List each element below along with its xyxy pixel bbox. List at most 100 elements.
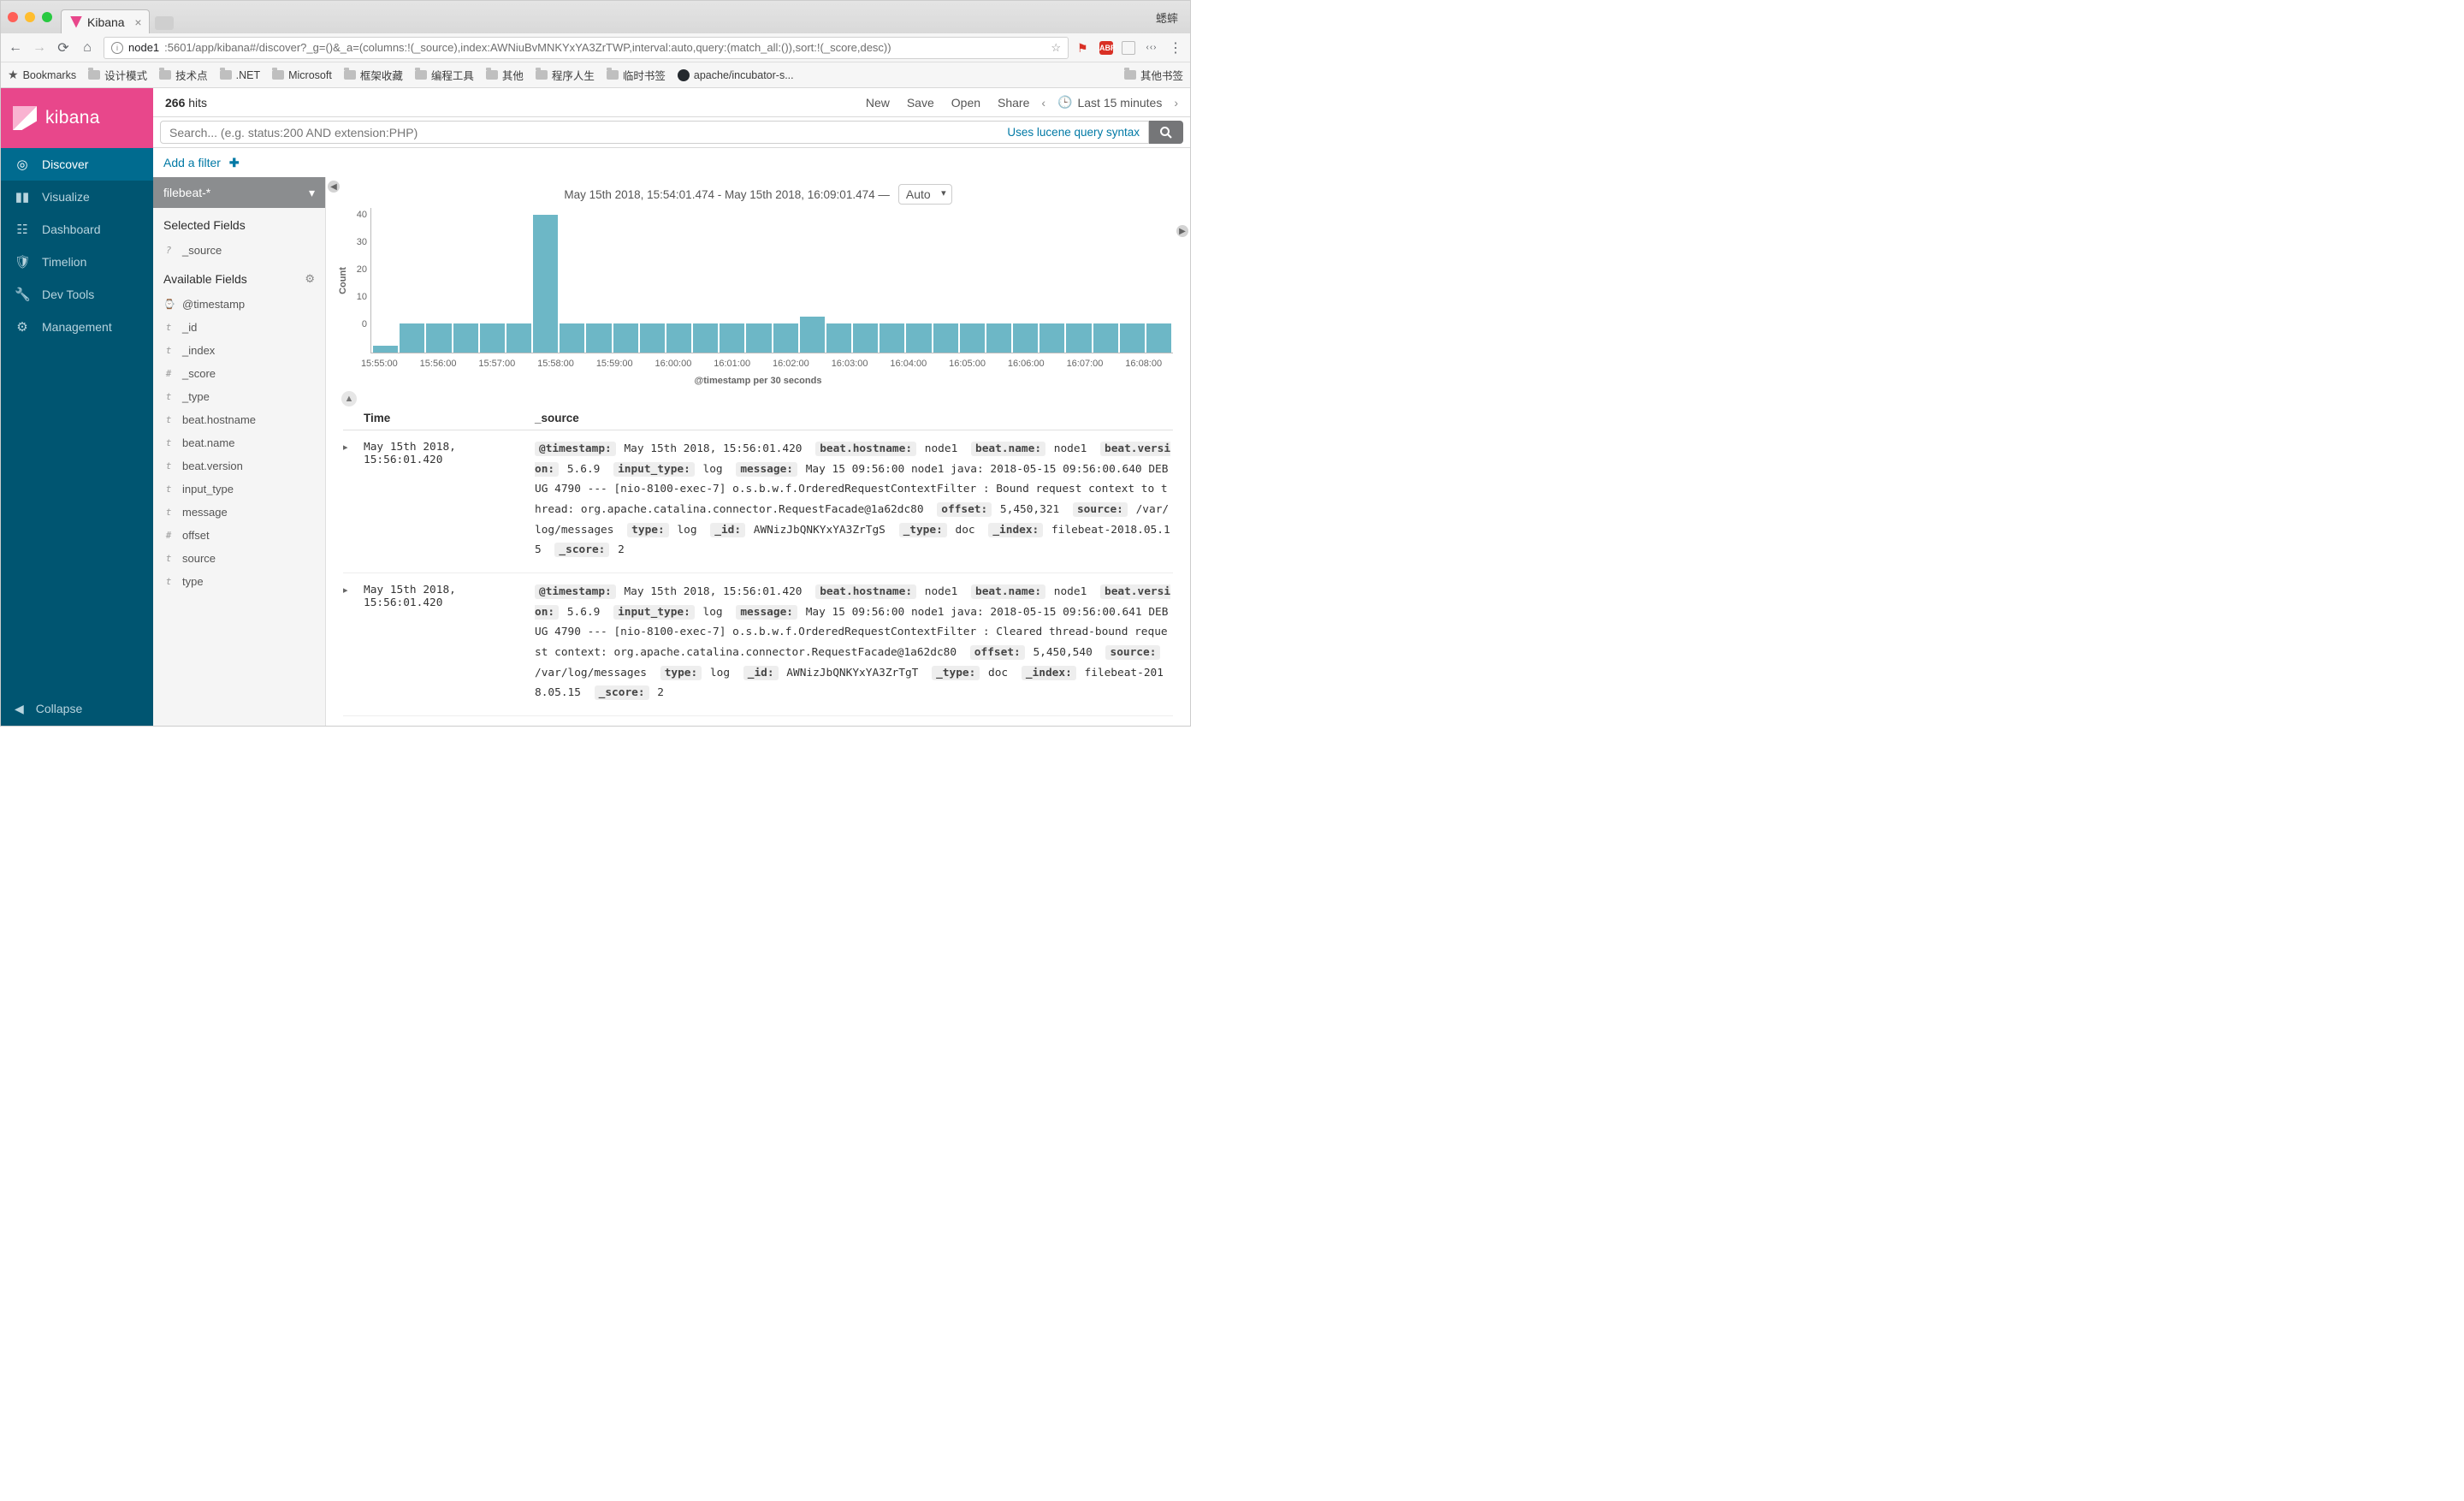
field-item[interactable]: tsource	[153, 547, 325, 570]
browser-tab[interactable]: Kibana ×	[61, 9, 150, 33]
open-button[interactable]: Open	[951, 96, 980, 110]
field-item[interactable]: tmessage	[153, 501, 325, 524]
field-item[interactable]: t_type	[153, 385, 325, 408]
new-tab-button[interactable]	[155, 16, 174, 30]
field-item[interactable]: #_score	[153, 362, 325, 385]
histogram-bar[interactable]	[1066, 323, 1091, 353]
back-icon[interactable]: ←	[8, 40, 23, 56]
address-bar[interactable]: i node1:5601/app/kibana#/discover?_g=()&…	[104, 37, 1069, 59]
window-maximize-icon[interactable]	[42, 12, 52, 22]
bookmark-item[interactable]: Microsoft	[272, 69, 332, 81]
extension-icon[interactable]	[1122, 41, 1135, 55]
histogram-chart[interactable]: Count 403020100	[326, 208, 1190, 353]
time-prev-icon[interactable]: ‹	[1041, 96, 1045, 110]
histogram-bar[interactable]	[560, 323, 584, 353]
field-item[interactable]: tbeat.name	[153, 431, 325, 454]
bookmark-item[interactable]: ★Bookmarks	[8, 68, 76, 82]
field-item[interactable]: ?_source	[153, 239, 325, 262]
histogram-bar[interactable]	[453, 323, 478, 353]
histogram-bar[interactable]	[693, 323, 718, 353]
extension-label[interactable]: 蟋蟀	[1156, 9, 1178, 26]
sidebar-item-timelion[interactable]: 🛡Timelion	[1, 246, 153, 278]
collapse-fields-icon[interactable]: ◀	[328, 181, 340, 193]
sidebar-item-devtools[interactable]: 🔧Dev Tools	[1, 278, 153, 311]
sidebar-item-visualize[interactable]: ▮▮Visualize	[1, 181, 153, 213]
histogram-bar[interactable]	[773, 323, 798, 353]
field-item[interactable]: t_index	[153, 339, 325, 362]
histogram-bar[interactable]	[613, 323, 638, 353]
bookmark-item[interactable]: 框架收藏	[344, 67, 403, 83]
histogram-bar[interactable]	[373, 346, 398, 353]
field-item[interactable]: #offset	[153, 524, 325, 547]
histogram-bar[interactable]	[960, 323, 985, 353]
histogram-bar[interactable]	[1146, 323, 1171, 353]
histogram-bar[interactable]	[666, 323, 691, 353]
flag-extension-icon[interactable]: ⚑	[1077, 41, 1091, 55]
search-hint[interactable]: Uses lucene query syntax	[1007, 126, 1140, 139]
histogram-bar[interactable]	[906, 323, 931, 353]
histogram-bar[interactable]	[1013, 323, 1038, 353]
histogram-bar[interactable]	[826, 323, 851, 353]
search-button[interactable]	[1149, 121, 1183, 144]
histogram-bar[interactable]	[1120, 323, 1145, 353]
expand-row-icon[interactable]: ▸	[343, 439, 364, 561]
field-item[interactable]: ⌚@timestamp	[153, 293, 325, 316]
share-button[interactable]: Share	[998, 96, 1029, 110]
sidebar-collapse[interactable]: ◀Collapse	[1, 691, 153, 726]
home-icon[interactable]: ⌂	[80, 40, 95, 56]
fields-settings-icon[interactable]: ⚙	[305, 272, 315, 286]
bookmark-item[interactable]: 技术点	[159, 67, 208, 83]
site-info-icon[interactable]: i	[111, 42, 123, 54]
histogram-bar[interactable]	[880, 323, 904, 353]
brand[interactable]: kibana	[1, 88, 153, 148]
search-input[interactable]	[169, 126, 1007, 139]
bookmark-item[interactable]: 编程工具	[415, 67, 474, 83]
menu-icon[interactable]: ⋮	[1168, 39, 1183, 56]
bookmark-star-icon[interactable]: ☆	[1051, 41, 1061, 55]
field-item[interactable]: tinput_type	[153, 478, 325, 501]
bookmark-item[interactable]: 设计模式	[88, 67, 147, 83]
field-item[interactable]: t_id	[153, 316, 325, 339]
histogram-bar[interactable]	[506, 323, 531, 353]
tab-close-icon[interactable]: ×	[134, 15, 141, 29]
histogram-bar[interactable]	[986, 323, 1011, 353]
histogram-bar[interactable]	[746, 323, 771, 353]
histogram-bar[interactable]	[400, 323, 424, 353]
sidebar-item-discover[interactable]: ◎Discover	[1, 148, 153, 181]
expand-row-icon[interactable]: ▸	[343, 725, 364, 726]
field-item[interactable]: tbeat.hostname	[153, 408, 325, 431]
histogram-bar[interactable]	[1093, 323, 1118, 353]
sidebar-item-dashboard[interactable]: ☷Dashboard	[1, 213, 153, 246]
histogram-bar[interactable]	[426, 323, 451, 353]
window-close-icon[interactable]	[8, 12, 18, 22]
col-time-header[interactable]: Time	[364, 412, 535, 424]
col-source-header[interactable]: _source	[535, 412, 1173, 424]
scroll-up-icon[interactable]: ▲	[341, 391, 357, 406]
bookmark-item[interactable]: 程序人生	[536, 67, 595, 83]
histogram-bar[interactable]	[800, 317, 825, 353]
index-pattern-select[interactable]: filebeat-* ▾	[153, 177, 325, 208]
abp-extension-icon[interactable]: ABP	[1099, 41, 1113, 55]
histogram-bar[interactable]	[533, 215, 558, 353]
bookmark-item[interactable]: apache/incubator-s...	[678, 69, 794, 81]
field-item[interactable]: ttype	[153, 570, 325, 593]
field-item[interactable]: tbeat.version	[153, 454, 325, 478]
save-button[interactable]: Save	[907, 96, 934, 110]
histogram-bar[interactable]	[586, 323, 611, 353]
window-minimize-icon[interactable]	[25, 12, 35, 22]
histogram-bar[interactable]	[720, 323, 744, 353]
bookmark-item[interactable]: .NET	[220, 69, 260, 81]
bookmark-item[interactable]: 其他	[486, 67, 524, 83]
reload-icon[interactable]: ⟳	[56, 39, 71, 56]
sidebar-item-management[interactable]: ⚙Management	[1, 311, 153, 343]
interval-select[interactable]: Auto	[898, 184, 952, 205]
time-picker[interactable]: 🕒Last 15 minutes	[1057, 95, 1162, 110]
histogram-bar[interactable]	[480, 323, 505, 353]
histogram-bar[interactable]	[640, 323, 665, 353]
histogram-bar[interactable]	[933, 323, 958, 353]
bookmark-other[interactable]: 其他书签	[1124, 67, 1183, 83]
time-next-icon[interactable]: ›	[1174, 96, 1178, 110]
new-button[interactable]: New	[866, 96, 890, 110]
histogram-bar[interactable]	[853, 323, 878, 353]
histogram-bar[interactable]	[1040, 323, 1064, 353]
